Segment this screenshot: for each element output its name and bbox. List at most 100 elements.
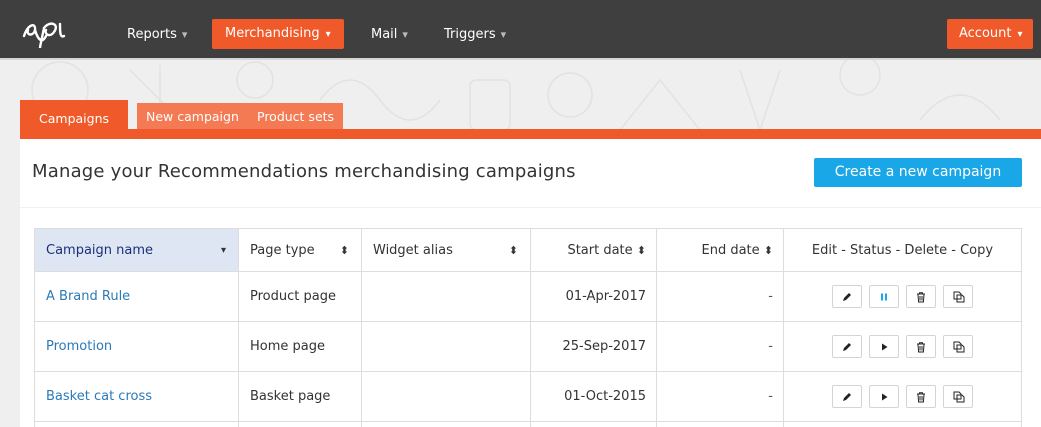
edit-button[interactable] bbox=[832, 385, 862, 408]
pencil-icon bbox=[843, 292, 851, 301]
column-header-campaign-name[interactable]: Campaign name ▾ bbox=[34, 229, 239, 271]
column-header-label: Widget alias bbox=[373, 242, 453, 258]
edit-button[interactable] bbox=[832, 335, 862, 358]
start-date-cell bbox=[531, 422, 657, 427]
table-row: Basket cat cross Basket page 01-Oct-2015… bbox=[34, 372, 1022, 422]
create-campaign-button[interactable]: Create a new campaign bbox=[814, 158, 1022, 187]
column-header-actions: Edit - Status - Delete - Copy bbox=[784, 229, 1022, 271]
campaign-name-cell: A Brand Rule bbox=[34, 272, 239, 321]
page-title: Manage your Recommendations merchandisin… bbox=[32, 161, 576, 182]
svg-text:epi: epi bbox=[20, 14, 44, 18]
copy-button[interactable] bbox=[943, 335, 973, 358]
campaigns-panel: Manage your Recommendations merchandisin… bbox=[20, 139, 1041, 427]
pause-icon bbox=[881, 293, 887, 300]
widget-alias-cell bbox=[362, 372, 531, 421]
nav-account[interactable]: Account ▾ bbox=[947, 19, 1033, 49]
table-row bbox=[34, 422, 1022, 427]
campaign-name-cell: Promotion bbox=[34, 322, 239, 371]
nav-mail[interactable]: Mail ▾ bbox=[371, 22, 408, 48]
column-header-label: Page type bbox=[250, 242, 315, 258]
end-date-cell: - bbox=[657, 322, 784, 371]
column-header-label: Edit - Status - Delete - Copy bbox=[811, 242, 994, 258]
campaign-name-cell: Basket cat cross bbox=[34, 372, 239, 421]
end-date-cell: - bbox=[657, 372, 784, 421]
nav-reports-label: Reports bbox=[127, 27, 177, 42]
delete-button[interactable] bbox=[906, 385, 936, 408]
play-icon bbox=[882, 343, 888, 350]
caret-down-icon: ▾ bbox=[500, 28, 507, 41]
divider bbox=[20, 207, 1041, 208]
sort-icon[interactable]: ⬍ bbox=[340, 244, 349, 257]
table-row: A Brand Rule Product page 01-Apr-2017 - bbox=[34, 272, 1022, 322]
status-toggle-button[interactable] bbox=[869, 335, 899, 358]
nav-merchandising[interactable]: Merchandising ▾ bbox=[212, 19, 344, 49]
column-header-label: Start date bbox=[567, 242, 633, 258]
end-date-cell bbox=[657, 422, 784, 427]
column-header-start-date[interactable]: Start date ⬍ bbox=[531, 229, 657, 271]
caret-down-icon: ▾ bbox=[1017, 29, 1023, 40]
page-type-cell: Home page bbox=[239, 322, 362, 371]
sort-down-icon[interactable]: ▾ bbox=[221, 245, 226, 256]
end-date-value: - bbox=[768, 289, 773, 304]
tab-new-campaign[interactable]: New campaign bbox=[137, 103, 248, 131]
column-header-end-date[interactable]: End date ⬍ bbox=[657, 229, 784, 271]
nav-merchandising-label: Merchandising bbox=[225, 26, 320, 41]
status-toggle-button[interactable] bbox=[869, 385, 899, 408]
table-header-row: Campaign name ▾ Page type ⬍ Widget alias… bbox=[34, 229, 1022, 272]
epi-logo[interactable]: epi bbox=[20, 14, 92, 48]
column-header-page-type[interactable]: Page type ⬍ bbox=[239, 229, 362, 271]
campaign-name-link[interactable]: Basket cat cross bbox=[46, 389, 152, 404]
end-date-cell: - bbox=[657, 272, 784, 321]
delete-button[interactable] bbox=[906, 335, 936, 358]
page-type-cell bbox=[239, 422, 362, 427]
start-date-cell: 25-Sep-2017 bbox=[531, 322, 657, 371]
campaign-name-link[interactable]: A Brand Rule bbox=[46, 289, 130, 304]
end-date-value: - bbox=[768, 339, 773, 354]
caret-down-icon: ▾ bbox=[402, 28, 408, 41]
table-row: Promotion Home page 25-Sep-2017 - bbox=[34, 322, 1022, 372]
column-header-label: Campaign name bbox=[46, 242, 154, 258]
actions-cell bbox=[784, 372, 1022, 421]
nav-triggers-label: Triggers bbox=[444, 27, 496, 42]
campaign-name-link[interactable]: Promotion bbox=[46, 339, 112, 354]
copy-icon bbox=[953, 341, 964, 353]
end-date-value: - bbox=[768, 389, 773, 404]
widget-alias-cell bbox=[362, 422, 531, 427]
sort-icon[interactable]: ⬍ bbox=[764, 244, 773, 257]
widget-alias-cell bbox=[362, 272, 531, 321]
status-toggle-button[interactable] bbox=[869, 285, 899, 308]
trash-icon bbox=[917, 341, 925, 352]
pencil-icon bbox=[843, 392, 851, 401]
start-date-cell: 01-Oct-2015 bbox=[531, 372, 657, 421]
delete-button[interactable] bbox=[906, 285, 936, 308]
campaigns-table: Campaign name ▾ Page type ⬍ Widget alias… bbox=[34, 228, 1022, 427]
page-type-cell: Product page bbox=[239, 272, 362, 321]
widget-alias-cell bbox=[362, 322, 531, 371]
copy-icon bbox=[953, 391, 964, 403]
edit-button[interactable] bbox=[832, 285, 862, 308]
tab-underline-bar bbox=[20, 129, 1041, 139]
trash-icon bbox=[917, 291, 925, 302]
nav-reports[interactable]: Reports ▾ bbox=[127, 22, 187, 48]
start-date-cell: 01-Apr-2017 bbox=[531, 272, 657, 321]
nav-mail-label: Mail bbox=[371, 27, 398, 42]
caret-down-icon: ▾ bbox=[181, 28, 188, 41]
sort-icon[interactable]: ⬍ bbox=[509, 244, 518, 257]
copy-button[interactable] bbox=[943, 385, 973, 408]
tab-product-sets[interactable]: Product sets bbox=[248, 103, 344, 131]
play-icon bbox=[882, 393, 888, 400]
campaign-name-cell bbox=[34, 422, 239, 427]
sort-icon[interactable]: ⬍ bbox=[637, 244, 646, 257]
copy-button[interactable] bbox=[943, 285, 973, 308]
actions-cell bbox=[784, 272, 1022, 321]
pencil-icon bbox=[843, 342, 851, 351]
nav-triggers[interactable]: Triggers ▾ bbox=[444, 22, 506, 48]
column-header-widget-alias[interactable]: Widget alias ⬍ bbox=[362, 229, 531, 271]
nav-account-label: Account bbox=[959, 26, 1012, 41]
column-header-label: End date bbox=[701, 242, 760, 258]
page-type-cell: Basket page bbox=[239, 372, 362, 421]
top-navbar: epi Reports ▾ Merchandising ▾ Mail ▾ Trigge… bbox=[0, 0, 1041, 60]
actions-cell bbox=[784, 422, 1022, 427]
caret-down-icon: ▾ bbox=[325, 29, 331, 40]
copy-icon bbox=[953, 291, 964, 303]
